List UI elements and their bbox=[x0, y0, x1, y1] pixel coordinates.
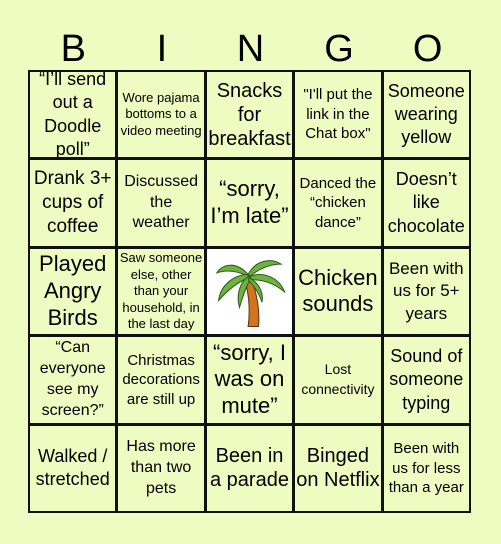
cell-text: Played Angry Birds bbox=[39, 251, 107, 330]
header-letter-b: B bbox=[60, 28, 86, 70]
cell-text: Saw someone else, other than your househ… bbox=[119, 249, 203, 332]
cell-text: Been with us for 5+ years bbox=[388, 259, 464, 323]
header-letter-o: O bbox=[412, 28, 443, 70]
bingo-cell[interactable]: Been with us for 5+ years bbox=[383, 248, 469, 335]
bingo-cell[interactable]: Lost connectivity bbox=[295, 337, 381, 423]
palm-tree-icon bbox=[216, 260, 287, 328]
cell-text: Drank 3+ cups of coffee bbox=[33, 168, 112, 237]
cell-text: "I'll put the link in the Chat box" bbox=[303, 86, 373, 143]
cell-text: Binged on Netflix bbox=[296, 445, 380, 492]
cell-text: “sorry, I’m late” bbox=[210, 176, 289, 229]
bingo-cell[interactable]: Chicken sounds bbox=[295, 248, 381, 335]
cell-text: Snacks for breakfast bbox=[208, 79, 291, 150]
bingo-cell[interactable]: “I’ll send out a Doodle poll” bbox=[30, 72, 116, 158]
bingo-cell[interactable]: Played Angry Birds bbox=[30, 248, 116, 335]
bingo-cell[interactable]: "I'll put the link in the Chat box" bbox=[295, 72, 381, 158]
cell-text: Chicken sounds bbox=[298, 264, 378, 317]
bingo-cell[interactable]: Been in a parade bbox=[206, 425, 293, 511]
cell-text: “Can everyone see my screen?” bbox=[39, 339, 106, 419]
cell-text: Someone wearing yellow bbox=[387, 80, 465, 148]
header-letter-i: I bbox=[156, 28, 168, 70]
bingo-cell[interactable]: Christmas decorations are still up bbox=[118, 337, 204, 423]
cell-text: Been in a parade bbox=[210, 445, 289, 492]
bingo-cell[interactable]: Danced the “chicken dance” bbox=[295, 160, 381, 246]
cell-text: Has more than two pets bbox=[126, 438, 196, 497]
bingo-cell[interactable]: Has more than two pets bbox=[118, 425, 204, 511]
bingo-cell[interactable]: Doesn’t like chocolate bbox=[383, 160, 469, 246]
bingo-cell[interactable]: Snacks for breakfast bbox=[206, 72, 293, 158]
cell-text: Doesn’t like chocolate bbox=[387, 169, 465, 236]
bingo-cell[interactable]: “Can everyone see my screen?” bbox=[30, 337, 116, 423]
cell-text: Been with us for less than a year bbox=[388, 440, 464, 497]
bingo-cell[interactable]: Wore pajama bottoms to a video meeting bbox=[118, 72, 204, 158]
bingo-cell[interactable]: Someone wearing yellow bbox=[383, 72, 469, 158]
bingo-header: B I N G O bbox=[29, 28, 472, 70]
bingo-cell[interactable]: Been with us for less than a year bbox=[383, 425, 469, 511]
bingo-cell[interactable]: “sorry, I’m late” bbox=[206, 160, 293, 246]
bingo-cell[interactable]: Saw someone else, other than your househ… bbox=[118, 248, 204, 335]
cell-text: Wore pajama bottoms to a video meeting bbox=[120, 89, 202, 138]
header-letter-g: G bbox=[324, 28, 354, 70]
bingo-grid: “I’ll send out a Doodle poll” Wore pajam… bbox=[28, 70, 471, 513]
cell-text: “sorry, I was on mute” bbox=[213, 339, 286, 419]
cell-text: Christmas decorations are still up bbox=[122, 351, 200, 408]
header-letter-n: N bbox=[236, 28, 265, 70]
cell-text: Lost connectivity bbox=[301, 361, 375, 397]
bingo-cell[interactable]: Discussed the weather bbox=[118, 160, 204, 246]
cell-text: Walked / stretched bbox=[35, 445, 110, 490]
bingo-cell[interactable]: Sound of someone typing bbox=[383, 337, 469, 423]
cell-text: Discussed the weather bbox=[124, 172, 198, 232]
bingo-cell[interactable]: “sorry, I was on mute” bbox=[206, 337, 293, 423]
bingo-cell[interactable]: Drank 3+ cups of coffee bbox=[30, 160, 116, 246]
bingo-cell[interactable]: Walked / stretched bbox=[30, 425, 116, 511]
free-space-cell[interactable] bbox=[206, 248, 293, 335]
bingo-cell[interactable]: Binged on Netflix bbox=[295, 425, 381, 511]
cell-text: “I’ll send out a Doodle poll” bbox=[39, 72, 107, 158]
cell-text: Sound of someone typing bbox=[389, 345, 464, 413]
cell-text: Danced the “chicken dance” bbox=[299, 174, 377, 231]
